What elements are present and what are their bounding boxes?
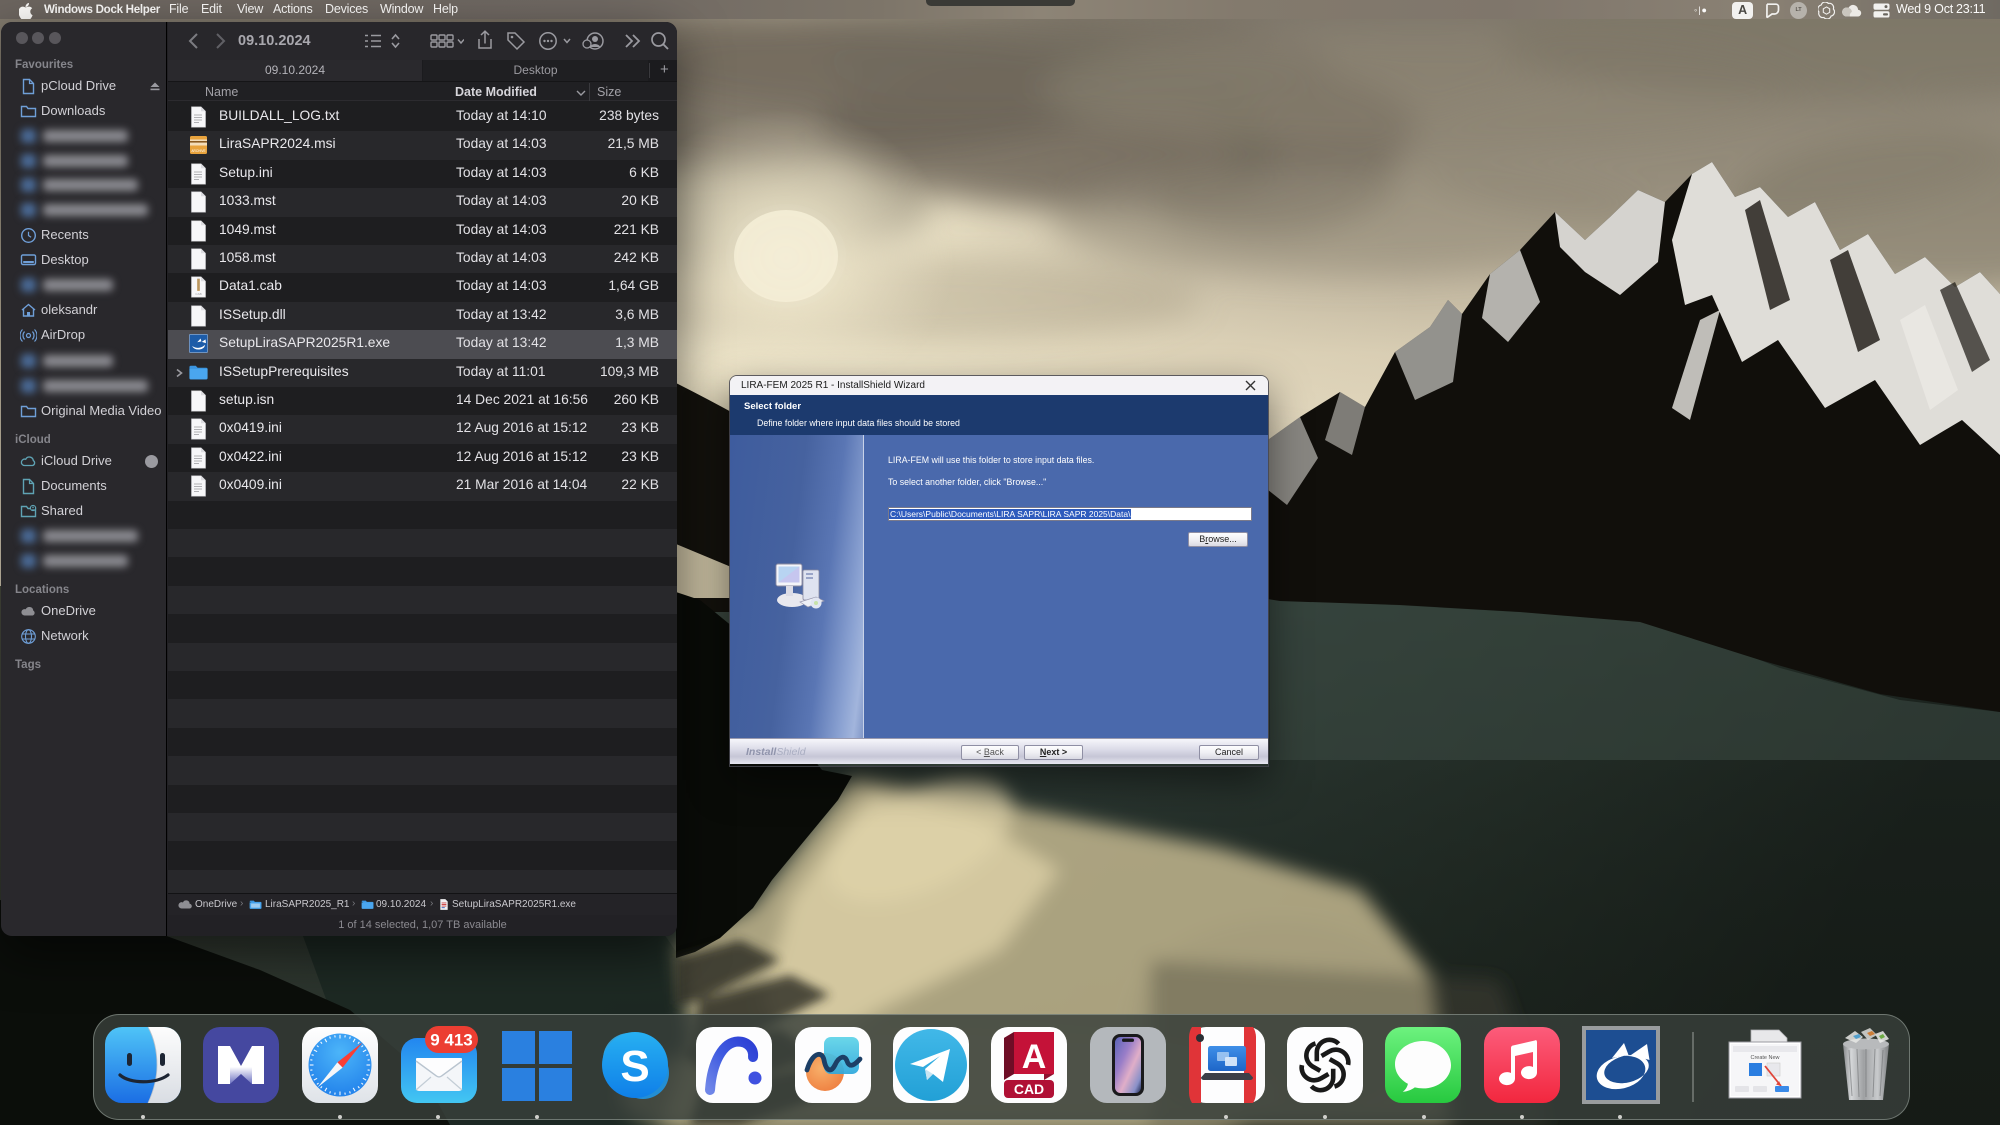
svg-text:Create New: Create New xyxy=(1750,1055,1779,1061)
svg-text:9 413: 9 413 xyxy=(430,1031,473,1050)
svg-text:CAD: CAD xyxy=(1014,1081,1044,1097)
svg-text:A: A xyxy=(1022,1038,1047,1076)
svg-text:ARCHIVE: ARCHIVE xyxy=(191,149,205,153)
svg-text:CAB: CAB xyxy=(195,292,201,296)
svg-text:S: S xyxy=(620,1042,649,1091)
